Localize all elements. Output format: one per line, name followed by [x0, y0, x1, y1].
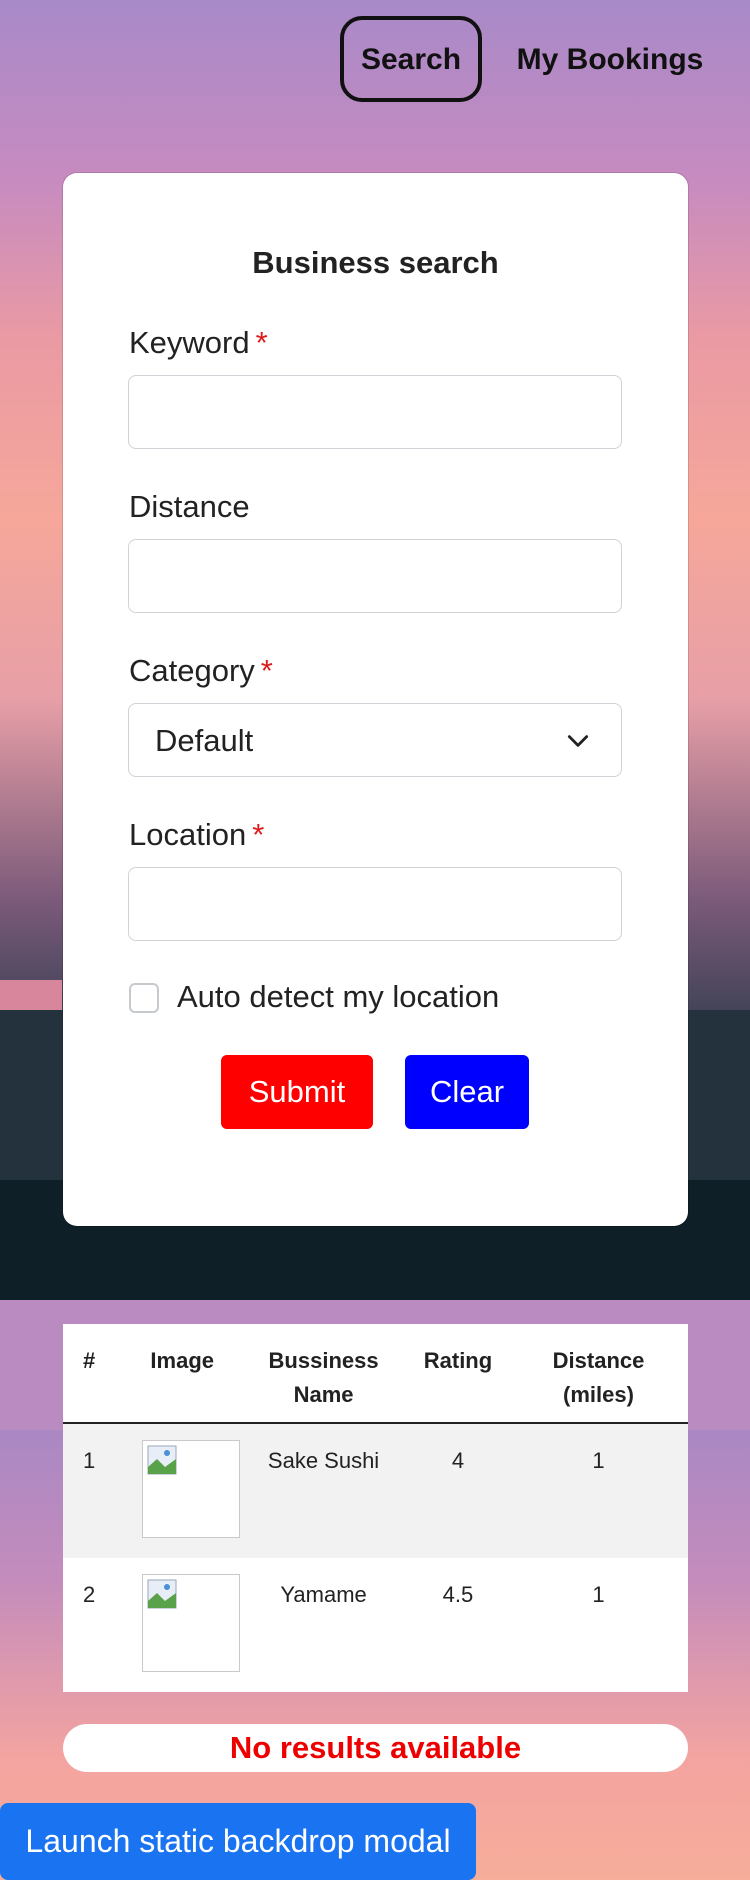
row-number: 1 — [63, 1423, 125, 1558]
nav-search-link[interactable]: Search — [340, 16, 482, 102]
business-search-card: Business search Keyword * Distance Catego… — [63, 173, 688, 1226]
auto-detect-checkbox[interactable] — [129, 983, 159, 1013]
keyword-input[interactable] — [128, 375, 622, 449]
clear-button[interactable]: Clear — [405, 1055, 529, 1129]
table-header-row: # Image Bussiness Name Rating Distance (… — [63, 1324, 688, 1424]
header-business-name: Bussiness Name — [240, 1324, 407, 1424]
row-number: 2 — [83, 1582, 96, 1607]
category-label: Category * — [129, 653, 273, 689]
category-label-text: Category — [129, 653, 255, 688]
no-results-alert: No results available — [63, 1724, 688, 1772]
header-number: # — [63, 1324, 125, 1424]
row-rating: 4 — [406, 1423, 510, 1558]
category-selected-value: Default — [155, 723, 254, 758]
required-mark: * — [252, 817, 265, 852]
results-table: # Image Bussiness Name Rating Distance (… — [63, 1324, 688, 1692]
business-image[interactable] — [142, 1440, 241, 1538]
header-image: Image — [124, 1324, 241, 1424]
row-image-cell — [124, 1423, 241, 1558]
table-row[interactable]: 1 Sake Sushi 4 1 — [63, 1423, 688, 1558]
keyword-label-text: Keyword — [129, 325, 250, 360]
row-business-name[interactable]: Sake Sushi — [240, 1423, 407, 1558]
broken-image-icon — [147, 1579, 177, 1609]
distance-input[interactable] — [128, 539, 622, 613]
distance-label: Distance — [129, 489, 250, 524]
row-distance: 1 — [509, 1423, 688, 1558]
nav-my-bookings-link[interactable]: My Bookings — [500, 16, 720, 102]
table-row[interactable]: 2 Yamame 4.5 1 — [63, 1558, 688, 1692]
launch-modal-button[interactable]: Launch static backdrop modal — [0, 1803, 476, 1880]
form-title: Business search — [252, 245, 499, 280]
business-image[interactable] — [142, 1574, 241, 1672]
header-distance: Distance (miles) — [509, 1324, 688, 1424]
required-mark: * — [255, 325, 268, 360]
submit-button[interactable]: Submit — [221, 1055, 373, 1129]
location-label-text: Location — [129, 817, 247, 852]
row-rating: 4.5 — [442, 1582, 474, 1607]
broken-image-icon — [147, 1445, 177, 1475]
chevron-down-icon — [567, 735, 589, 747]
location-input[interactable] — [128, 867, 622, 941]
keyword-label: Keyword * — [129, 325, 268, 361]
row-image-cell — [124, 1558, 241, 1692]
auto-detect-label: Auto detect my location — [177, 979, 500, 1014]
row-distance: 1 — [592, 1582, 605, 1607]
required-mark: * — [260, 653, 273, 688]
row-business-name[interactable]: Yamame — [240, 1558, 407, 1692]
header-rating: Rating — [406, 1324, 510, 1424]
location-label: Location * — [129, 817, 264, 853]
category-select[interactable]: Default — [128, 703, 622, 777]
